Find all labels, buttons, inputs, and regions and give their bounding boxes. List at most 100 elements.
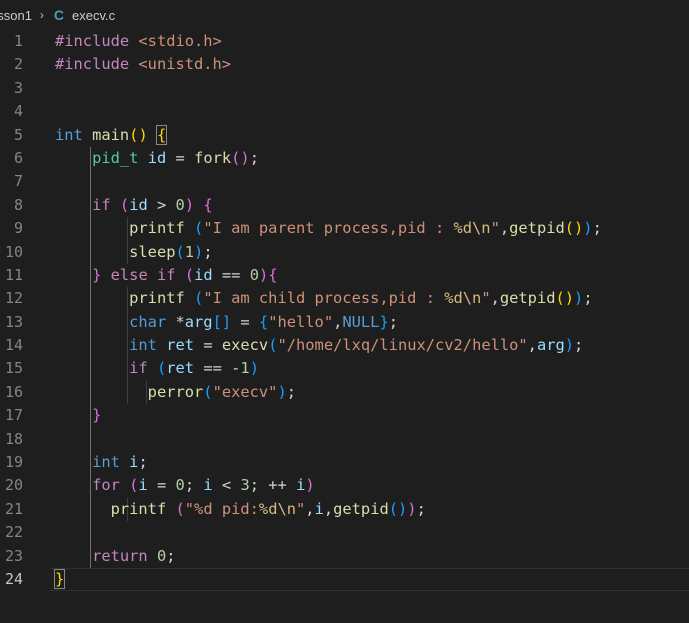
code-token: i: [314, 499, 324, 518]
code-token: i: [138, 476, 148, 495]
code-token: (: [194, 289, 204, 308]
code-text: printf ("I am parent process,pid : %d\n"…: [55, 217, 602, 240]
breadcrumb-folder[interactable]: esson1: [0, 8, 32, 23]
line-number: 9: [13, 219, 23, 238]
code-text: int i;: [55, 451, 148, 474]
code-line[interactable]: 17 }: [0, 404, 689, 428]
code-token: main: [92, 125, 130, 144]
code-token: (: [184, 265, 195, 284]
code-token: =: [231, 312, 259, 331]
code-line[interactable]: 9 printf ("I am parent process,pid : %d\…: [0, 217, 689, 241]
code-token: ,: [527, 336, 537, 355]
code-text: if (id > 0) {: [55, 194, 213, 217]
line-number: 21: [4, 499, 23, 518]
code-line[interactable]: 8 if (id > 0) {: [0, 193, 689, 218]
code-token: ;: [249, 148, 259, 167]
line-number: 8: [13, 195, 23, 214]
line-number: 2: [13, 55, 23, 74]
code-token: "execv": [212, 382, 278, 401]
code-token: id: [147, 148, 167, 167]
code-token: pid_t: [92, 148, 139, 167]
code-line[interactable]: 21 printf ("%d pid:%d\n",i,getpid());: [0, 497, 689, 522]
code-line[interactable]: 22: [0, 521, 689, 545]
line-number: 18: [4, 429, 23, 448]
code-line[interactable]: 4: [0, 100, 689, 123]
code-line[interactable]: 18: [0, 427, 689, 452]
code-line[interactable]: 23 return 0;: [0, 544, 689, 568]
code-token: {: [203, 195, 213, 214]
code-token: ,: [323, 499, 334, 518]
code-token: int: [129, 336, 157, 355]
code-token: fork: [194, 148, 232, 167]
code-line[interactable]: 13 char *arg[] = {"hello",NULL};: [0, 310, 689, 335]
code-token: (: [203, 382, 213, 401]
code-token: getpid: [499, 289, 556, 308]
code-token: 3: [240, 476, 250, 495]
code-text: }: [53, 568, 66, 591]
code-token: }: [92, 406, 102, 425]
code-token: ,: [333, 312, 343, 331]
code-token: == -: [194, 359, 241, 378]
code-token: <: [212, 476, 241, 495]
code-line[interactable]: 11 } else if (id == 0){: [0, 263, 689, 288]
code-token: "/home/lxq/linux/cv2/hello": [277, 336, 528, 355]
code-line[interactable]: 7: [0, 170, 689, 194]
code-token: <unistd.h>: [138, 55, 232, 74]
code-text: if (ret == -1): [55, 357, 259, 380]
code-text: #include <stdio.h>: [55, 30, 222, 53]
code-token: char: [129, 312, 167, 331]
code-token: ,: [490, 289, 500, 308]
code-token: (: [156, 359, 167, 378]
code-token: }: [92, 265, 102, 284]
code-line[interactable]: 10 sleep(1);: [0, 240, 689, 264]
code-line[interactable]: 16 perror("execv");: [0, 380, 689, 405]
line-number: 15: [4, 359, 23, 378]
code-token: ret: [166, 359, 195, 378]
code-token: ;: [583, 289, 593, 308]
code-line[interactable]: 20 for (i = 0; i < 3; ++ i): [0, 474, 689, 498]
code-token: 0: [175, 476, 185, 495]
code-token: ": [296, 499, 306, 518]
code-text: sleep(1);: [55, 241, 212, 264]
code-token: ;: [138, 453, 148, 472]
code-token: ;: [592, 219, 602, 238]
code-token: id: [129, 195, 148, 214]
code-line[interactable]: 5 int main() {: [0, 124, 689, 147]
code-token: ;: [184, 476, 204, 495]
code-text: printf ("I am child process,pid : %d\n",…: [55, 287, 593, 310]
code-line[interactable]: 2 #include <unistd.h>: [0, 53, 689, 76]
code-line[interactable]: 3: [0, 77, 689, 100]
code-text: int main() {: [55, 124, 168, 147]
code-line[interactable]: 12 printf ("I am child process,pid : %d\…: [0, 287, 689, 311]
code-token: (: [119, 195, 130, 214]
code-line[interactable]: 19 int i;: [0, 451, 689, 475]
line-number: 20: [4, 476, 23, 495]
code-token: (): [564, 219, 584, 238]
code-token: ): [258, 265, 269, 284]
code-line[interactable]: 14 int ret = execv("/home/lxq/linux/cv2/…: [0, 334, 689, 358]
code-token: ): [305, 476, 315, 495]
code-line[interactable]: 1 #include <stdio.h>: [0, 30, 689, 53]
breadcrumb-file[interactable]: execv.c: [72, 8, 115, 23]
code-token: getpid: [333, 499, 389, 518]
code-token: return: [92, 546, 148, 565]
code-line[interactable]: 24}: [0, 567, 689, 592]
code-token: ): [564, 336, 575, 355]
code-token: ": [481, 289, 491, 308]
line-number: 22: [4, 523, 23, 542]
code-editor[interactable]: 1 #include <stdio.h> 2 #include <unistd.h> 3…: [0, 30, 689, 623]
code-line[interactable]: 6 pid_t id = fork();: [0, 146, 689, 171]
code-token: >: [147, 195, 176, 214]
code-line[interactable]: 15 if (ret == -1): [0, 357, 689, 381]
code-token: ; ++: [249, 476, 297, 495]
